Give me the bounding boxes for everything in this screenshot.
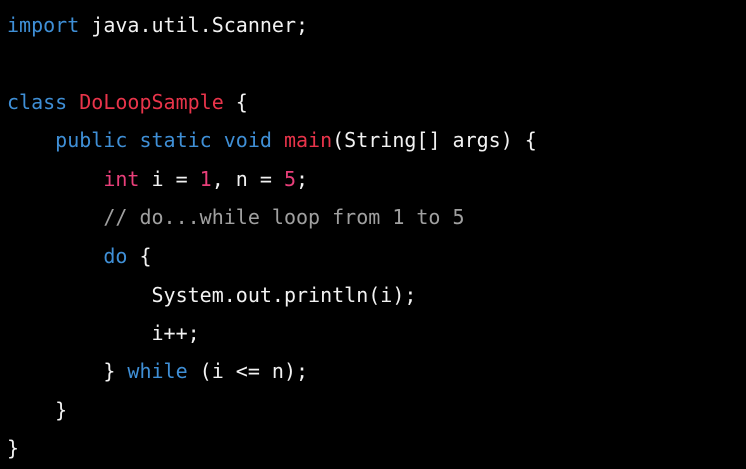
- method-name: main: [283, 128, 333, 152]
- keyword-class: class: [7, 90, 68, 114]
- method-params: (String[] args) {: [332, 128, 537, 152]
- close-brace-do: }: [103, 359, 128, 383]
- var-n-decl: , n =: [211, 167, 284, 191]
- number-5: 5: [283, 167, 297, 191]
- code-line-1: import java.util.Scanner;: [7, 12, 308, 38]
- code-line-7: do {: [7, 243, 152, 269]
- increment-statement: i++;: [151, 321, 200, 345]
- code-line-12: }: [7, 435, 19, 461]
- import-path: java.util.Scanner;: [79, 13, 309, 37]
- keyword-while: while: [127, 359, 188, 383]
- code-line-10: } while (i <= n);: [7, 358, 308, 384]
- while-condition: (i <= n);: [187, 359, 309, 383]
- do-brace: {: [127, 244, 152, 268]
- number-1: 1: [199, 167, 212, 191]
- code-line-3: class DoLoopSample {: [7, 89, 248, 115]
- code-block: import java.util.Scanner; class DoLoopSa…: [0, 0, 746, 469]
- semicolon: ;: [296, 167, 309, 191]
- class-name: DoLoopSample: [79, 90, 224, 114]
- type-int: int: [103, 167, 140, 191]
- keyword-import: import: [7, 13, 80, 37]
- code-line-6: // do...while loop from 1 to 5: [7, 204, 465, 230]
- code-line-11: }: [7, 397, 67, 423]
- close-brace-method: }: [55, 398, 68, 422]
- open-brace: {: [223, 90, 248, 114]
- println-statement: System.out.println(i);: [151, 283, 417, 307]
- comment: // do...while loop from 1 to 5: [103, 205, 465, 229]
- code-line-5: int i = 1, n = 5;: [7, 166, 308, 192]
- close-brace-class: }: [7, 436, 20, 460]
- code-line-4: public static void main(String[] args) {: [7, 127, 537, 153]
- code-line-9: i++;: [7, 320, 200, 346]
- keyword-do: do: [103, 244, 128, 268]
- code-line-8: System.out.println(i);: [7, 282, 417, 308]
- method-modifiers: public static void: [55, 128, 272, 152]
- var-i-decl: i =: [139, 167, 200, 191]
